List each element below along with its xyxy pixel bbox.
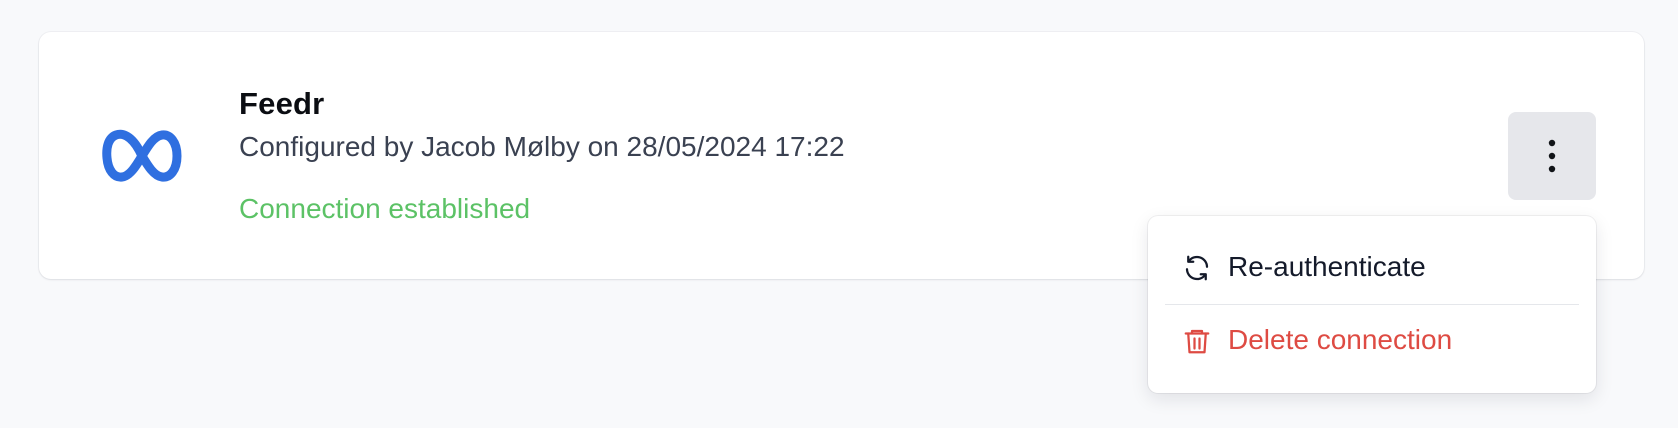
menu-item-delete-connection[interactable]: Delete connection: [1148, 306, 1596, 376]
page: Feedr Configured by Jacob Mølby on 28/05…: [0, 0, 1678, 428]
menu-divider: [1165, 304, 1579, 305]
configured-by-text: Configured by Jacob Mølby on 28/05/2024 …: [239, 131, 845, 162]
menu-item-reauthenticate[interactable]: Re-authenticate: [1148, 233, 1596, 303]
menu-item-label: Delete connection: [1228, 324, 1453, 355]
more-vertical-icon: [1548, 139, 1556, 173]
trash-icon: [1182, 326, 1212, 356]
actions-menu: Re-authenticate Delete connection: [1148, 216, 1596, 393]
menu-item-label: Re-authenticate: [1228, 251, 1426, 282]
connection-status: Connection established: [239, 193, 531, 224]
meta-logo-icon: [102, 128, 182, 184]
refresh-icon: [1182, 253, 1212, 283]
more-actions-button[interactable]: [1508, 112, 1596, 200]
connection-name: Feedr: [239, 86, 325, 121]
